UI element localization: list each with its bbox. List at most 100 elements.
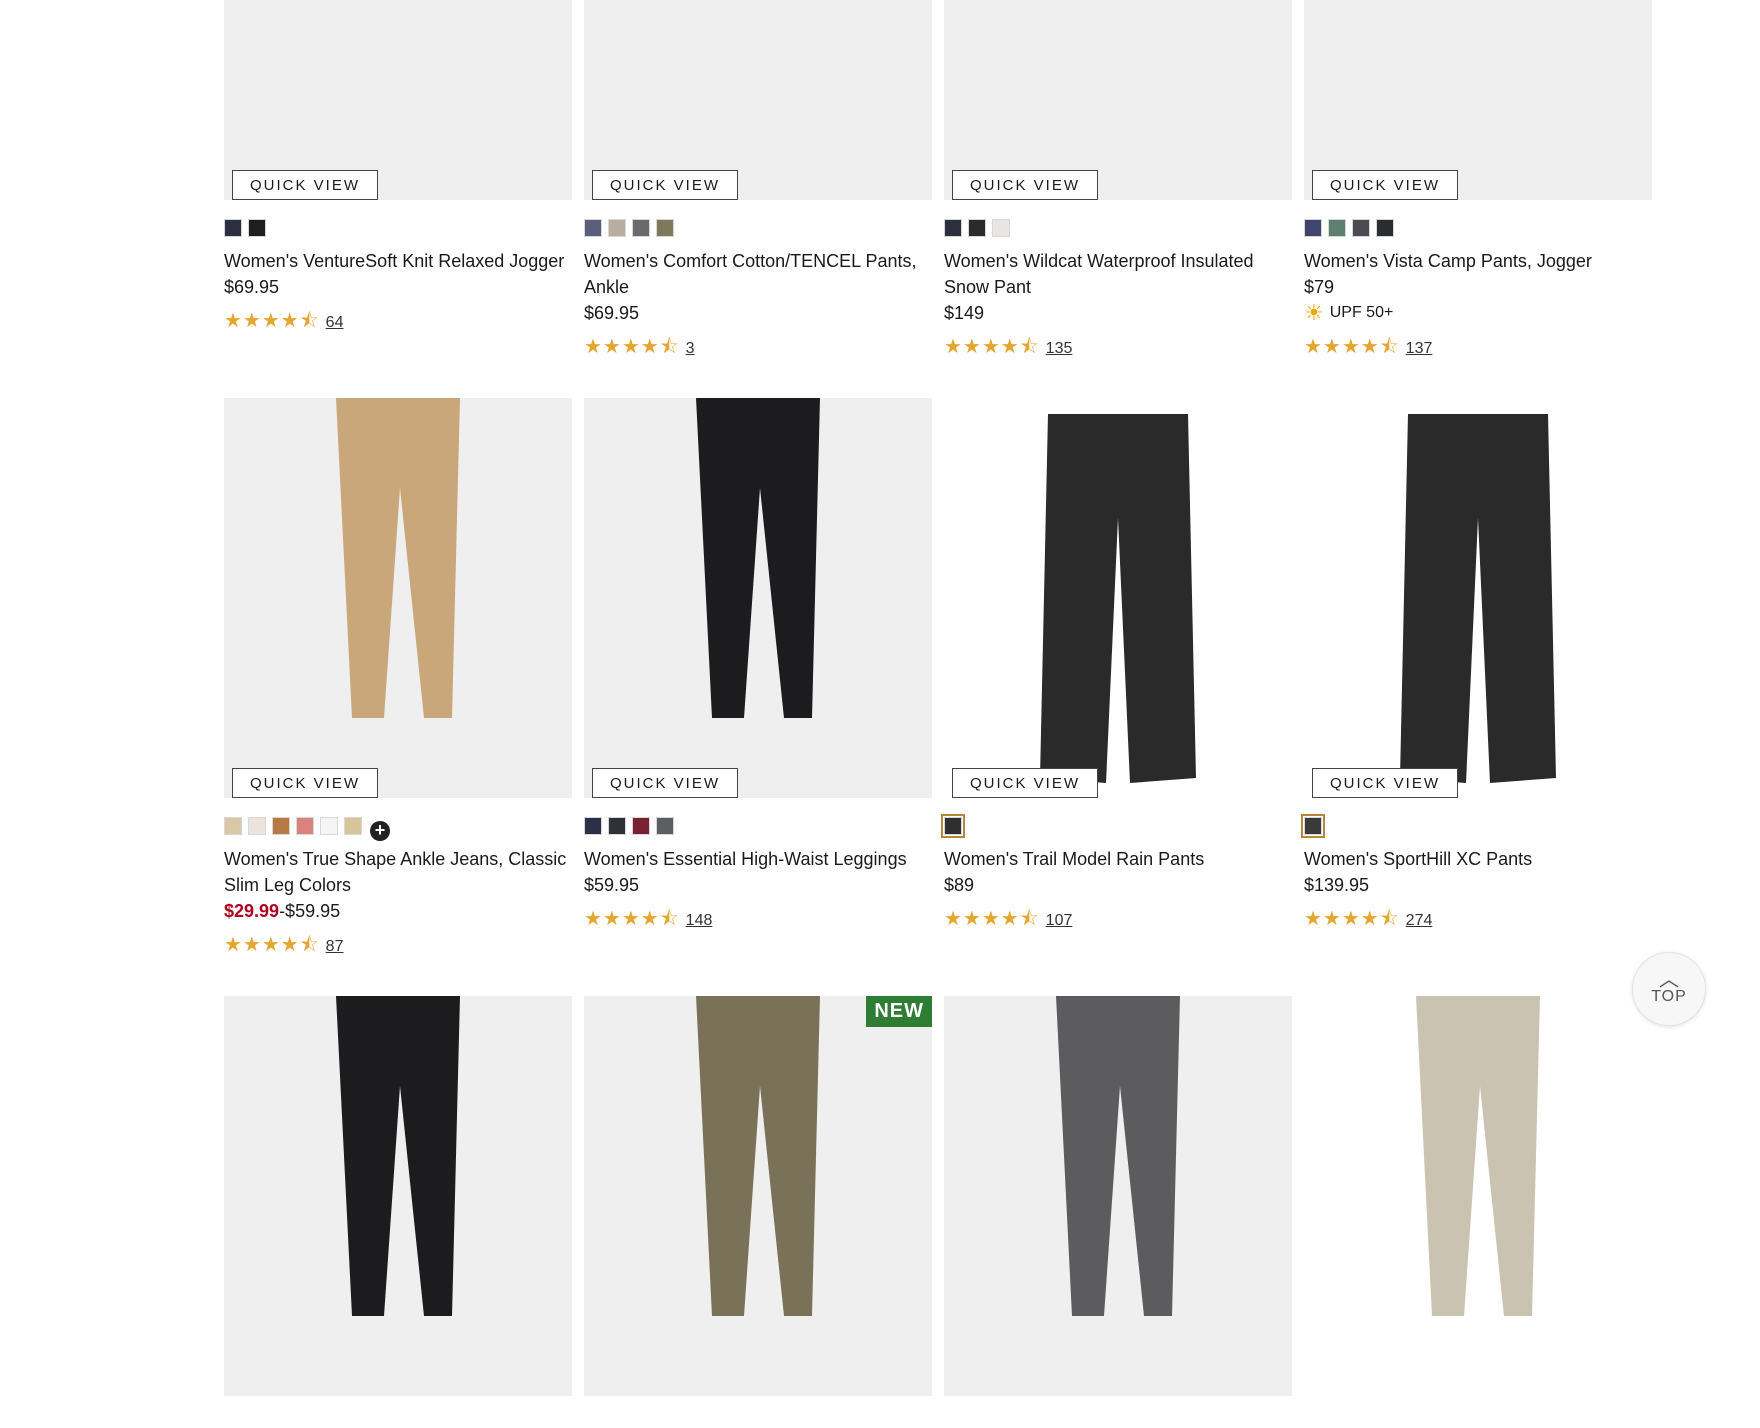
- color-swatch[interactable]: [584, 817, 602, 835]
- product-rating: ★★★★⯪ 135: [944, 332, 1292, 366]
- color-swatches: [941, 814, 1292, 838]
- product-price: $89: [944, 875, 975, 895]
- product-row: NEW: [224, 996, 1664, 1396]
- color-swatch[interactable]: [941, 814, 965, 838]
- upf-label: UPF 50+: [1329, 304, 1394, 321]
- quick-view-button[interactable]: QUICK VIEW: [952, 170, 1098, 200]
- color-swatch[interactable]: [272, 817, 290, 835]
- product-rating: ★★★★⯪ 64: [224, 306, 572, 340]
- review-count-link[interactable]: 64: [326, 314, 344, 332]
- color-swatch[interactable]: [656, 817, 674, 835]
- product-card[interactable]: [1304, 996, 1652, 1396]
- quick-view-button[interactable]: QUICK VIEW: [232, 170, 378, 200]
- product-name[interactable]: Women's VentureSoft Knit Relaxed Jogger: [224, 248, 572, 274]
- product-rating: ★★★★⯪ 148: [584, 904, 932, 938]
- product-card[interactable]: QUICK VIEW Women's VentureSoft Knit Relax…: [224, 0, 572, 366]
- color-swatch[interactable]: [632, 219, 650, 237]
- product-card[interactable]: [944, 996, 1292, 1396]
- color-swatch[interactable]: [1352, 219, 1370, 237]
- product-image[interactable]: NEW: [584, 996, 932, 1396]
- star-rating-icon: ★★★★⯪: [584, 336, 680, 358]
- product-rating: ★★★★⯪ 274: [1304, 904, 1652, 938]
- product-image[interactable]: QUICK VIEW: [224, 398, 572, 798]
- product-image[interactable]: [224, 996, 572, 1396]
- product-card[interactable]: QUICK VIEW + Women's True Shape Ankle Jean…: [224, 398, 572, 964]
- more-colors-icon[interactable]: +: [370, 821, 390, 841]
- product-price: $69.95: [584, 303, 640, 323]
- quick-view-button[interactable]: QUICK VIEW: [952, 768, 1098, 798]
- review-count-link[interactable]: 274: [1406, 912, 1433, 930]
- chevron-up-icon: ︿: [1659, 969, 1679, 991]
- product-image[interactable]: QUICK VIEW: [1304, 0, 1652, 200]
- product-image[interactable]: QUICK VIEW: [584, 398, 932, 798]
- color-swatch[interactable]: [344, 817, 362, 835]
- star-rating-icon: ★★★★⯪: [944, 336, 1040, 358]
- color-swatch[interactable]: [584, 219, 602, 237]
- color-swatch[interactable]: [992, 219, 1010, 237]
- product-card[interactable]: QUICK VIEW Women's Comfort Cotton/TENCEL …: [584, 0, 932, 366]
- product-price: $59.95: [584, 875, 640, 895]
- product-name[interactable]: Women's Vista Camp Pants, Jogger: [1304, 248, 1652, 274]
- product-price: $29.99-$59.95: [224, 898, 572, 924]
- product-price: $139.95: [1304, 875, 1370, 895]
- color-swatch[interactable]: [1301, 814, 1325, 838]
- product-name[interactable]: Women's SportHill XC Pants: [1304, 846, 1652, 872]
- review-count-link[interactable]: 148: [686, 912, 713, 930]
- product-image[interactable]: QUICK VIEW: [224, 0, 572, 200]
- product-image[interactable]: QUICK VIEW: [944, 398, 1292, 798]
- review-count-link[interactable]: 135: [1046, 340, 1073, 358]
- quick-view-button[interactable]: QUICK VIEW: [592, 170, 738, 200]
- product-image[interactable]: [944, 996, 1292, 1396]
- product-image[interactable]: QUICK VIEW: [1304, 398, 1652, 798]
- pants-illustration: [1416, 996, 1540, 1316]
- product-image[interactable]: [1304, 996, 1652, 1396]
- product-name[interactable]: Women's Trail Model Rain Pants: [944, 846, 1292, 872]
- product-card[interactable]: QUICK VIEW Women's Vista Camp Pants, Jogg…: [1304, 0, 1652, 366]
- color-swatch[interactable]: [1328, 219, 1346, 237]
- product-card[interactable]: NEW: [584, 996, 932, 1396]
- quick-view-button[interactable]: QUICK VIEW: [232, 768, 378, 798]
- review-count-link[interactable]: 3: [686, 340, 695, 358]
- back-to-top-label: TOP: [1651, 988, 1687, 1005]
- product-card[interactable]: QUICK VIEW Women's Trail Model Rain Pants…: [941, 398, 1292, 964]
- product-name[interactable]: Women's Essential High-Waist Leggings: [584, 846, 932, 872]
- quick-view-button[interactable]: QUICK VIEW: [1312, 170, 1458, 200]
- color-swatch[interactable]: [320, 817, 338, 835]
- product-card[interactable]: QUICK VIEW Women's Essential High-Waist L…: [584, 398, 932, 964]
- back-to-top-button[interactable]: ︿ TOP: [1632, 952, 1706, 1026]
- product-image[interactable]: QUICK VIEW: [584, 0, 932, 200]
- color-swatches: [944, 218, 1292, 238]
- color-swatch[interactable]: [248, 817, 266, 835]
- review-count-link[interactable]: 107: [1046, 912, 1073, 930]
- product-card[interactable]: QUICK VIEW Women's SportHill XC Pants $139…: [1301, 398, 1652, 964]
- color-swatches: +: [224, 816, 572, 841]
- star-rating-icon: ★★★★⯪: [1304, 908, 1400, 930]
- product-card[interactable]: [224, 996, 572, 1396]
- star-rating-icon: ★★★★⯪: [944, 908, 1040, 930]
- quick-view-button[interactable]: QUICK VIEW: [1312, 768, 1458, 798]
- product-name[interactable]: Women's True Shape Ankle Jeans, Classic …: [224, 846, 572, 898]
- color-swatch[interactable]: [608, 817, 626, 835]
- color-swatch[interactable]: [224, 817, 242, 835]
- product-rating: ★★★★⯪ 137: [1304, 332, 1652, 366]
- color-swatch[interactable]: [944, 219, 962, 237]
- color-swatch[interactable]: [656, 219, 674, 237]
- color-swatch[interactable]: [296, 817, 314, 835]
- color-swatch[interactable]: [1376, 219, 1394, 237]
- color-swatch[interactable]: [608, 219, 626, 237]
- pants-illustration: [1056, 996, 1180, 1316]
- color-swatch[interactable]: [632, 817, 650, 835]
- product-rating: ★★★★⯪ 87: [224, 930, 572, 964]
- color-swatch[interactable]: [224, 219, 242, 237]
- color-swatch[interactable]: [1304, 219, 1322, 237]
- color-swatches: [1301, 814, 1652, 838]
- product-name[interactable]: Women's Wildcat Waterproof Insulated Sno…: [944, 248, 1292, 300]
- review-count-link[interactable]: 137: [1406, 340, 1433, 358]
- color-swatch[interactable]: [968, 219, 986, 237]
- quick-view-button[interactable]: QUICK VIEW: [592, 768, 738, 798]
- product-image[interactable]: QUICK VIEW: [944, 0, 1292, 200]
- product-card[interactable]: QUICK VIEW Women's Wildcat Waterproof Ins…: [944, 0, 1292, 366]
- color-swatch[interactable]: [248, 219, 266, 237]
- review-count-link[interactable]: 87: [326, 938, 344, 956]
- product-name[interactable]: Women's Comfort Cotton/TENCEL Pants, Ank…: [584, 248, 932, 300]
